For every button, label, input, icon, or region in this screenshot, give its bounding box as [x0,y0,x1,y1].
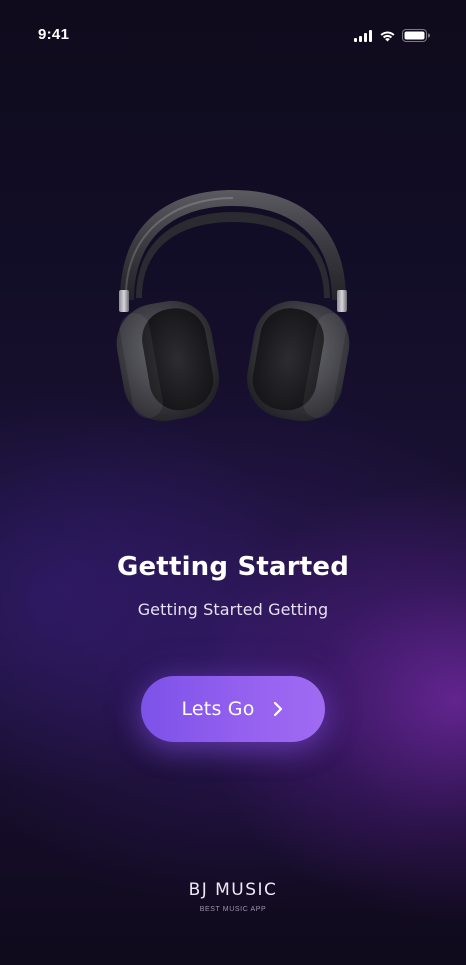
headphones-icon [100,182,366,432]
wifi-icon [379,29,396,47]
status-bar: 9:41 [0,0,466,70]
page-title: Getting Started [116,552,350,582]
status-icons [354,29,430,47]
lets-go-button[interactable]: Lets Go [141,676,325,742]
brand-tagline: BEST MUSIC APP [199,906,267,913]
cellular-signal-icon [354,29,373,47]
battery-icon [402,29,430,47]
page-subtitle: Getting Started Getting [137,600,329,619]
brand-name: BJ MUSIC [188,880,278,900]
onboarding-screen: 9:41 Getting Started Getting Started Get… [0,0,466,965]
status-time: 9:41 [38,26,70,43]
chevron-right-icon [271,700,285,718]
lets-go-label: Lets Go [181,698,255,720]
